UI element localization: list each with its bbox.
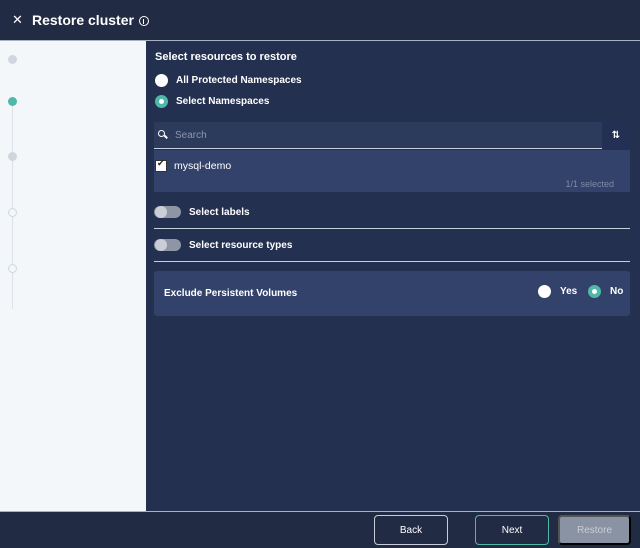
step-summary[interactable]: Summary — [8, 261, 80, 275]
step-app-hooks[interactable]: App Hooks — [8, 205, 87, 219]
step-label: App Hooks — [34, 206, 87, 218]
radio-unchecked-icon[interactable] — [155, 74, 168, 87]
selected-count: 1/1 selected — [565, 179, 614, 189]
select-resource-types-toggle[interactable] — [154, 239, 181, 251]
sort-icon[interactable]: ⇅ — [602, 122, 630, 149]
main-panel: Select resources to restore All Protecte… — [146, 41, 640, 511]
step-select-resources[interactable]: Select Resources — [8, 94, 117, 108]
search-icon — [157, 129, 173, 141]
select-resource-types-row: Select resource types — [154, 229, 630, 262]
step-dot-icon — [8, 96, 17, 106]
step-dot-icon — [8, 54, 17, 64]
exclude-pv-label: Exclude Persistent Volumes — [164, 288, 298, 299]
radio-all-namespaces[interactable]: All Protected Namespaces — [155, 74, 302, 87]
list-item[interactable]: mysql-demo — [155, 159, 232, 172]
exclude-yes-option[interactable]: Yes — [538, 285, 577, 298]
close-icon[interactable]: ✕ — [12, 12, 30, 28]
dialog-title: Restore cluster — [32, 12, 134, 28]
namespace-name: mysql-demo — [174, 160, 232, 172]
select-labels-row: Select labels — [154, 196, 630, 229]
back-button[interactable]: Back — [374, 515, 448, 545]
radio-checked-icon[interactable] — [588, 285, 601, 298]
section-title: Select resources to restore — [155, 51, 297, 63]
step-destination[interactable]: Destination — [8, 149, 88, 163]
select-labels-toggle[interactable] — [154, 206, 181, 218]
radio-label: No — [610, 286, 624, 297]
namespace-search: ⇅ — [154, 122, 630, 149]
step-dot-icon — [8, 207, 17, 217]
step-recovery-point[interactable]: Recovery Point — [8, 52, 107, 66]
dialog-footer: Back Next Restore — [0, 511, 640, 548]
radio-label: All Protected Namespaces — [176, 75, 302, 86]
radio-checked-icon[interactable] — [155, 95, 168, 108]
info-icon[interactable] — [138, 16, 149, 26]
step-label: Select Resources — [34, 95, 118, 107]
step-label: Summary — [34, 262, 80, 274]
step-dot-icon — [8, 263, 17, 273]
exclude-no-option[interactable]: No — [588, 285, 623, 298]
toggle-label: Select labels — [189, 206, 250, 218]
radio-label: Yes — [560, 286, 578, 297]
radio-select-namespaces[interactable]: Select Namespaces — [155, 95, 269, 108]
toggle-label: Select resource types — [189, 239, 293, 251]
namespace-list: mysql-demo 1/1 selected — [154, 150, 630, 192]
dialog-header: ✕ Restore cluster — [0, 0, 640, 41]
step-label: Destination — [34, 150, 89, 162]
search-input[interactable] — [175, 129, 595, 141]
radio-unchecked-icon[interactable] — [538, 285, 551, 298]
step-label: Recovery Point — [34, 53, 107, 65]
step-connector — [12, 99, 13, 309]
restore-button[interactable]: Restore — [558, 515, 631, 545]
next-button[interactable]: Next — [475, 515, 549, 545]
step-dot-icon — [8, 151, 17, 161]
wizard-steps: Recovery Point Select Resources Destinat… — [0, 41, 146, 511]
checkbox-checked-icon[interactable] — [155, 159, 167, 172]
radio-label: Select Namespaces — [176, 96, 270, 107]
exclude-pv-box: Exclude Persistent Volumes Yes No — [154, 271, 630, 316]
